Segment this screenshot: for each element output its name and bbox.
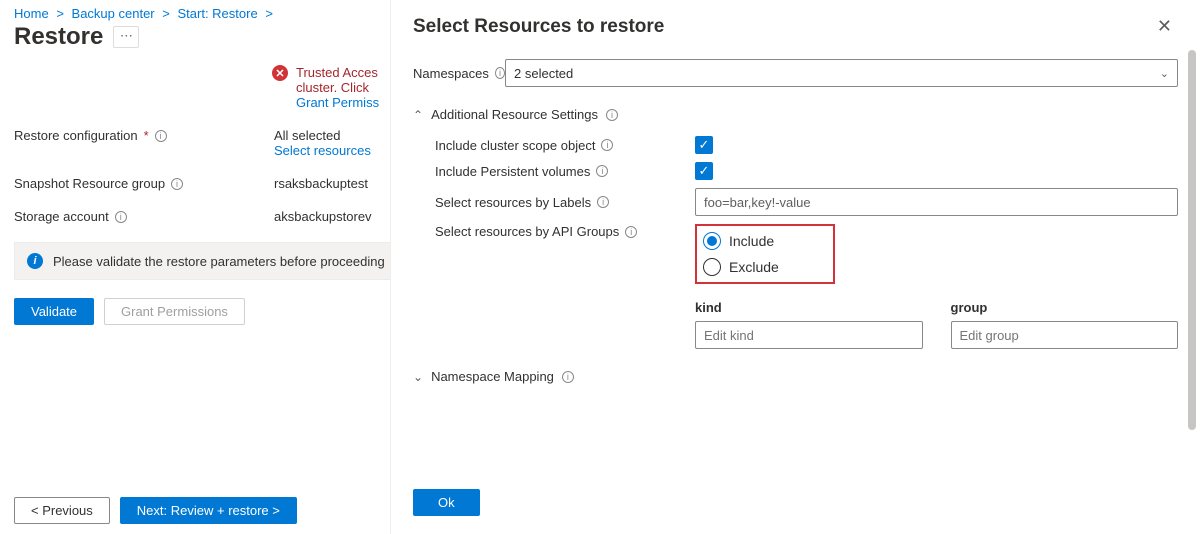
restore-config-value: All selected [274,128,371,143]
kind-input[interactable] [695,321,923,349]
restore-config-label: Restore configuration [14,128,138,143]
group-input[interactable] [951,321,1179,349]
radio-icon [703,258,721,276]
select-by-api-groups-label: Select resources by API Groups [435,224,619,239]
exclude-label: Exclude [729,259,779,275]
ok-button[interactable]: Ok [413,489,480,516]
next-button[interactable]: Next: Review + restore > [120,497,297,524]
include-label: Include [729,233,774,249]
info-icon[interactable]: i [601,139,613,151]
info-icon[interactable]: i [171,178,183,190]
info-icon[interactable]: i [625,226,637,238]
radio-icon [703,232,721,250]
include-cluster-scope-label: Include cluster scope object [435,138,595,153]
crumb-start-restore[interactable]: Start: Restore [177,6,257,21]
namespaces-label: Namespaces [413,66,489,81]
namespace-mapping-section: ⌄ Namespace Mapping i [413,363,1178,390]
validate-message: Please validate the restore parameters b… [53,254,385,269]
additional-resource-settings-section: ⌃ Additional Resource Settings i Include… [413,101,1178,349]
namespace-mapping-toggle[interactable]: ⌄ Namespace Mapping i [413,363,1178,390]
info-icon[interactable]: i [597,196,609,208]
validate-button[interactable]: Validate [14,298,94,325]
include-radio[interactable]: Include [703,232,819,250]
select-resources-panel: Select Resources to restore ✕ Namespaces… [390,0,1200,534]
crumb-home[interactable]: Home [14,6,49,21]
info-icon[interactable]: i [596,165,608,177]
namespaces-value: 2 selected [514,66,573,81]
group-header: group [951,300,1179,315]
info-icon: i [27,253,43,269]
include-pv-checkbox[interactable]: ✓ [695,162,713,180]
grant-permissions-link[interactable]: Grant Permiss [296,95,379,110]
panel-title: Select Resources to restore [413,16,664,38]
api-groups-radio-group: Include Exclude [695,224,835,284]
page-title: Restore [14,23,103,51]
namespace-mapping-title: Namespace Mapping [431,369,554,384]
chevron-down-icon: ⌄ [413,370,423,384]
namespaces-dropdown[interactable]: 2 selected ⌄ [505,59,1178,87]
grant-permissions-button[interactable]: Grant Permissions [104,298,245,325]
info-icon[interactable]: i [155,130,167,142]
warning-text-2: cluster. Click [296,80,369,95]
crumb-backup-center[interactable]: Backup center [72,6,155,21]
warning-text-1: Trusted Acces [296,65,378,80]
ars-toggle[interactable]: ⌃ Additional Resource Settings i [413,101,1178,128]
snapshot-rg-value: rsaksbackuptest [274,176,368,191]
more-button[interactable]: ⋯ [113,26,139,48]
close-icon[interactable]: ✕ [1151,14,1178,39]
include-pv-label: Include Persistent volumes [435,164,590,179]
chevron-up-icon: ⌃ [413,108,423,122]
storage-account-label: Storage account [14,209,109,224]
storage-account-value: aksbackupstorev [274,209,372,224]
select-resources-link[interactable]: Select resources [274,143,371,158]
ars-title: Additional Resource Settings [431,107,598,122]
required-indicator: * [144,128,149,143]
info-icon[interactable]: i [606,109,618,121]
chevron-down-icon: ⌄ [1160,67,1169,80]
info-icon[interactable]: i [115,211,127,223]
info-icon[interactable]: i [495,67,505,79]
info-icon[interactable]: i [562,371,574,383]
exclude-radio[interactable]: Exclude [703,258,819,276]
error-icon: ✕ [272,65,288,81]
include-cluster-scope-checkbox[interactable]: ✓ [695,136,713,154]
kind-header: kind [695,300,923,315]
snapshot-rg-label: Snapshot Resource group [14,176,165,191]
select-by-labels-label: Select resources by Labels [435,195,591,210]
previous-button[interactable]: < Previous [14,497,110,524]
labels-input[interactable] [695,188,1178,216]
